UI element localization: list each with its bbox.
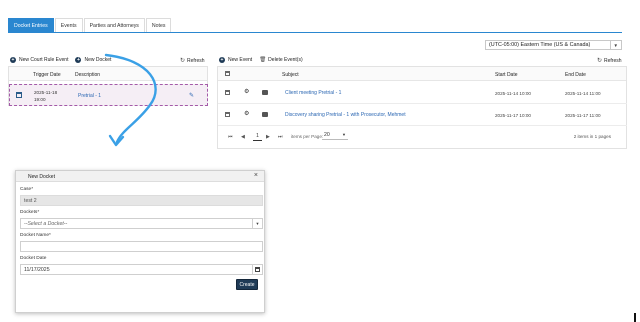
events-toolbar: + New Event 🗑 Delete Event(s)	[219, 55, 310, 64]
document-icon[interactable]	[262, 112, 268, 117]
calendar-icon	[225, 71, 230, 76]
calendar-icon[interactable]	[252, 265, 262, 274]
pager: ⏮ ◀ 1 ▶ ⏭ items per Page: 20 ▼ 2 items i…	[218, 125, 627, 149]
docket-description-link[interactable]: Pretrial - 1	[78, 93, 101, 99]
event-start-date: 2025-11-14 10:00	[495, 91, 531, 96]
tab-bar: Docket Entries Events Parties and Attorn…	[8, 18, 172, 32]
calendar-icon[interactable]	[225, 112, 230, 117]
docket-toolbar: + New Court Rule Event + New Docket	[10, 55, 118, 64]
items-per-page-select[interactable]: 20 ▼	[322, 130, 348, 140]
pager-info: 2 items in 1 pages	[573, 134, 611, 139]
trash-icon: 🗑	[259, 56, 267, 63]
case-field: test 2	[20, 195, 263, 206]
event-subject-link[interactable]: Discovery sharing Pretrial - 1 with Pros…	[285, 112, 406, 118]
events-grid: Subject Start Date End Date ⚙ Client mee…	[217, 66, 627, 149]
last-page-button[interactable]: ⏭	[278, 134, 283, 140]
event-subject-link[interactable]: Client meeting Pretrial - 1	[285, 90, 341, 96]
plus-circle-icon: +	[10, 56, 16, 63]
new-event-button[interactable]: + New Event	[219, 56, 252, 63]
docket-date-input[interactable]: 11/17/2025	[20, 264, 263, 275]
chevron-down-icon: ▼	[342, 132, 346, 137]
new-docket-button[interactable]: + New Docket	[75, 56, 111, 63]
column-subject: Subject	[282, 72, 299, 78]
current-page[interactable]: 1	[253, 131, 262, 141]
event-start-date: 2025-11-17 10:00	[495, 113, 531, 118]
case-label: Case*	[20, 187, 34, 192]
column-description: Description	[75, 72, 101, 78]
column-end-date: End Date	[565, 72, 586, 78]
event-end-date: 2025-11-17 11:00	[565, 113, 601, 118]
plus-circle-icon: +	[75, 56, 82, 63]
events-grid-header: Subject Start Date End Date	[218, 67, 626, 81]
table-row[interactable]: ⚙ Discovery sharing Pretrial - 1 with Pr…	[218, 104, 627, 126]
create-button[interactable]: Create	[236, 279, 258, 290]
dialog-title-bar: New Docket ×	[16, 171, 264, 182]
dockets-select[interactable]: --Select a Docket-- ▼	[20, 218, 263, 229]
dialog-title: New Docket	[28, 174, 55, 180]
new-court-rule-event-button[interactable]: + New Court Rule Event	[10, 56, 68, 63]
docket-date-label: Docket Date	[20, 256, 47, 261]
table-row[interactable]: ⚙ Client meeting Pretrial - 1 2025-11-14…	[218, 82, 627, 104]
chevron-down-icon: ▼	[252, 219, 262, 228]
first-page-button[interactable]: ⏮	[228, 134, 233, 140]
previous-page-button[interactable]: ◀	[241, 134, 245, 140]
new-docket-dialog: New Docket × Case* test 2 Dockets* --Sel…	[15, 170, 265, 313]
events-refresh-button[interactable]: ↻ Refresh	[597, 57, 622, 65]
table-row[interactable]: 2025-11-18 19:00 Pretrial - 1 ✎	[9, 84, 208, 106]
trigger-date: 2025-11-18 19:00	[34, 90, 58, 102]
docket-grid-header: Trigger Date Description	[9, 67, 207, 81]
docket-refresh-button[interactable]: ↻ Refresh	[180, 57, 205, 65]
tab-notes[interactable]: Notes	[145, 18, 172, 32]
column-trigger-date: Trigger Date	[33, 72, 61, 78]
delete-events-button[interactable]: 🗑 Delete Event(s)	[259, 57, 302, 63]
next-page-button[interactable]: ▶	[266, 134, 270, 140]
event-end-date: 2025-11-14 11:00	[565, 91, 601, 96]
calendar-icon[interactable]	[16, 92, 22, 98]
docket-grid: Trigger Date Description 2025-11-18 19:0…	[8, 66, 208, 106]
pencil-icon[interactable]: ✎	[189, 92, 194, 99]
refresh-icon: ↻	[597, 58, 603, 64]
refresh-icon: ↻	[180, 58, 186, 64]
docket-name-input[interactable]	[20, 241, 263, 252]
tab-parties-and-attorneys[interactable]: Parties and Attorneys	[83, 18, 145, 32]
timezone-select[interactable]: (UTC-05:00) Eastern Time (US & Canada) ▼	[485, 40, 622, 50]
docket-name-label: Docket Name*	[20, 233, 51, 238]
document-icon[interactable]	[262, 90, 268, 95]
column-start-date: Start Date	[495, 72, 518, 78]
timezone-value: (UTC-05:00) Eastern Time (US & Canada)	[489, 42, 591, 48]
dockets-label: Dockets*	[20, 210, 40, 215]
close-icon[interactable]: ×	[254, 172, 258, 179]
gear-icon[interactable]: ⚙	[244, 88, 249, 95]
tab-events[interactable]: Events	[54, 18, 83, 32]
tab-underline	[8, 32, 622, 33]
chevron-down-icon: ▼	[609, 41, 618, 49]
items-per-page-label: items per Page:	[291, 134, 324, 139]
text-cursor	[634, 313, 636, 322]
calendar-icon[interactable]	[225, 90, 230, 95]
gear-icon[interactable]: ⚙	[244, 110, 249, 117]
plus-circle-icon: +	[219, 56, 225, 63]
tab-docket-entries[interactable]: Docket Entries	[8, 18, 54, 32]
